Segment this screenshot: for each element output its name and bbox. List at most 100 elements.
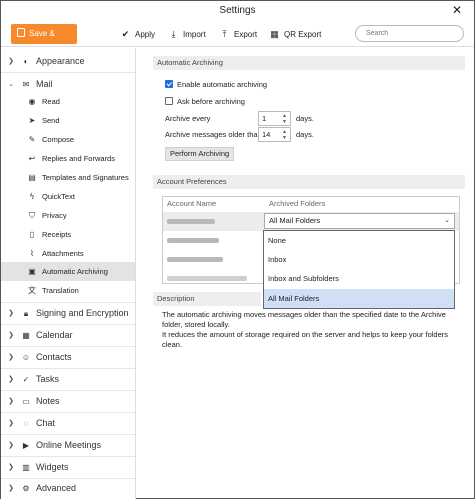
chevron-right-icon: ❯ bbox=[8, 58, 14, 65]
chevron-right-icon: ❯ bbox=[8, 376, 14, 383]
divider bbox=[1, 434, 135, 435]
eye-icon: ◉ bbox=[28, 97, 36, 106]
sidebar-group-advanced[interactable]: ❯ ⚙ Advanced bbox=[1, 479, 135, 498]
archived-folders-selected-value: All Mail Folders bbox=[269, 216, 321, 225]
divider bbox=[1, 324, 135, 325]
divider bbox=[1, 412, 135, 413]
lock-icon: 🔒︎ bbox=[23, 309, 29, 318]
dropdown-option-inbox-subfolders[interactable]: Inbox and Subfolders bbox=[264, 269, 454, 288]
palette-icon: ◐ bbox=[23, 57, 29, 66]
template-icon: ▤ bbox=[28, 173, 36, 182]
sidebar-group-chat[interactable]: ❯ ◌ Chat bbox=[1, 414, 135, 433]
import-label: Import bbox=[183, 30, 206, 39]
sidebar-item-replies-forwards[interactable]: ↩ Replies and Forwards bbox=[1, 149, 135, 168]
import-icon: ⤓ bbox=[171, 29, 176, 39]
sidebar-group-label: Notes bbox=[36, 396, 60, 406]
enable-archiving-checkbox[interactable]: Enable automatic archiving bbox=[165, 79, 267, 90]
sidebar-group-label: Signing and Encryption bbox=[36, 308, 129, 318]
ask-before-archiving-label: Ask before archiving bbox=[177, 97, 245, 106]
qr-export-button[interactable]: ▦ QR Export bbox=[269, 27, 321, 41]
apply-button[interactable]: ✔ Apply bbox=[120, 27, 155, 41]
sidebar-item-automatic-archiving[interactable]: ▣ Automatic Archiving bbox=[1, 262, 135, 281]
dropdown-option-none[interactable]: None bbox=[264, 231, 454, 250]
sidebar-item-label: Translation bbox=[42, 286, 79, 295]
archive-icon: ▣ bbox=[28, 267, 36, 276]
stepper-down-icon[interactable]: ▼ bbox=[281, 119, 288, 125]
archive-every-stepper[interactable]: 1 ▲ ▼ bbox=[258, 111, 291, 126]
sidebar-item-label: Privacy bbox=[42, 211, 67, 220]
sidebar-group-label: Advanced bbox=[36, 483, 77, 493]
description-text: The automatic archiving moves messages o… bbox=[162, 310, 458, 350]
column-header-account: Account Name bbox=[167, 199, 217, 208]
note-icon: ▭ bbox=[22, 397, 30, 406]
sidebar-item-label: Read bbox=[42, 97, 60, 106]
save-icon bbox=[17, 28, 25, 38]
chevron-right-icon: ❯ bbox=[8, 485, 14, 492]
search-input[interactable] bbox=[355, 25, 464, 42]
description-line-2: It reduces the amount of storage require… bbox=[162, 330, 449, 349]
section-header-automatic-archiving: Automatic Archiving bbox=[153, 56, 465, 70]
chat-icon: ◌ bbox=[23, 419, 29, 428]
stepper-down-icon[interactable]: ▼ bbox=[281, 135, 288, 141]
sidebar-item-attachments[interactable]: ⌇ Attachments bbox=[1, 244, 135, 263]
sidebar-group-label: Tasks bbox=[36, 374, 60, 384]
settings-window: Settings ✕ Save & Close ✔ Apply ⤓ Import ⤒… bbox=[0, 0, 475, 499]
apply-label: Apply bbox=[135, 30, 156, 39]
section-header-description: Description bbox=[153, 292, 261, 306]
divider bbox=[1, 368, 135, 369]
sidebar-item-templates-signatures[interactable]: ▤ Templates and Signatures bbox=[1, 168, 135, 187]
ask-before-archiving-checkbox[interactable]: Ask before archiving bbox=[165, 96, 245, 107]
pencil-icon: ✎ bbox=[28, 135, 36, 144]
dropdown-option-inbox[interactable]: Inbox bbox=[264, 250, 454, 269]
sidebar-group-widgets[interactable]: ❯ ▥ Widgets bbox=[1, 458, 135, 477]
archived-folders-select[interactable]: All Mail Folders ⌄ bbox=[264, 213, 455, 229]
export-icon: ⤒ bbox=[222, 29, 227, 39]
archive-older-label: Archive messages older than bbox=[165, 130, 262, 139]
sidebar-group-label: Calendar bbox=[36, 330, 73, 340]
sidebar-item-receipts[interactable]: ▯ Receipts bbox=[1, 225, 135, 244]
sidebar-item-label: Automatic Archiving bbox=[42, 267, 108, 276]
gear-icon: ⚙ bbox=[22, 484, 30, 493]
sidebar-item-privacy[interactable]: ⛉ Privacy bbox=[1, 206, 135, 225]
blurred-account-name bbox=[167, 257, 223, 262]
sidebar-group-contacts[interactable]: ❯ ☺ Contacts bbox=[1, 348, 135, 367]
archive-every-label: Archive every bbox=[165, 114, 211, 123]
sidebar-group-calendar[interactable]: ❯ ▦ Calendar bbox=[1, 326, 135, 345]
sidebar-item-read[interactable]: ◉ Read bbox=[1, 92, 135, 111]
sidebar-item-compose[interactable]: ✎ Compose bbox=[1, 130, 135, 149]
enable-archiving-label: Enable automatic archiving bbox=[177, 80, 268, 89]
paperclip-icon: ⌇ bbox=[30, 249, 34, 258]
checkbox-unchecked-icon bbox=[165, 97, 173, 106]
send-icon: ➤ bbox=[28, 116, 36, 125]
dropdown-option-all-mail-folders[interactable]: All Mail Folders bbox=[264, 289, 454, 308]
sidebar-item-send[interactable]: ➤ Send bbox=[1, 111, 135, 130]
sidebar-group-label: Appearance bbox=[36, 56, 85, 66]
perform-archiving-button[interactable]: Perform Archiving bbox=[165, 147, 235, 161]
export-button[interactable]: ⤒ Export bbox=[219, 27, 258, 41]
sidebar-item-translation[interactable]: 文 Translation bbox=[1, 281, 135, 300]
qr-export-label: QR Export bbox=[284, 30, 322, 39]
sidebar-group-tasks[interactable]: ❯ ✓ Tasks bbox=[1, 370, 135, 389]
sidebar-group-signing-encryption[interactable]: ❯ 🔒︎ Signing and Encryption bbox=[1, 304, 135, 323]
import-button[interactable]: ⤓ Import bbox=[168, 27, 206, 41]
save-close-button[interactable]: Save & Close bbox=[11, 24, 77, 58]
translate-icon: 文 bbox=[28, 286, 36, 295]
receipt-icon: ▯ bbox=[29, 230, 35, 239]
checkbox-checked-icon bbox=[165, 80, 173, 89]
sidebar-item-label: Replies and Forwards bbox=[42, 154, 115, 163]
reply-icon: ↩ bbox=[28, 154, 36, 163]
divider bbox=[1, 390, 135, 391]
archive-older-stepper[interactable]: 14 ▲ ▼ bbox=[258, 127, 291, 142]
blurred-account-name bbox=[167, 238, 219, 243]
sidebar-group-appearance[interactable]: ❯ ◐ Appearance bbox=[1, 52, 135, 71]
close-icon[interactable]: ✕ bbox=[450, 3, 464, 17]
archive-older-unit: days. bbox=[296, 130, 314, 139]
sidebar-group-notes[interactable]: ❯ ▭ Notes bbox=[1, 392, 135, 411]
divider bbox=[1, 72, 135, 73]
sidebar-item-quicktext[interactable]: ϟ QuickText bbox=[1, 187, 135, 206]
sidebar-group-online-meetings[interactable]: ❯ ▶ Online Meetings bbox=[1, 436, 135, 455]
calendar-icon: ▦ bbox=[22, 331, 30, 340]
widgets-icon: ▥ bbox=[22, 463, 30, 472]
description-line-1: The automatic archiving moves messages o… bbox=[162, 310, 446, 329]
section-header-account-preferences: Account Preferences bbox=[153, 175, 465, 189]
